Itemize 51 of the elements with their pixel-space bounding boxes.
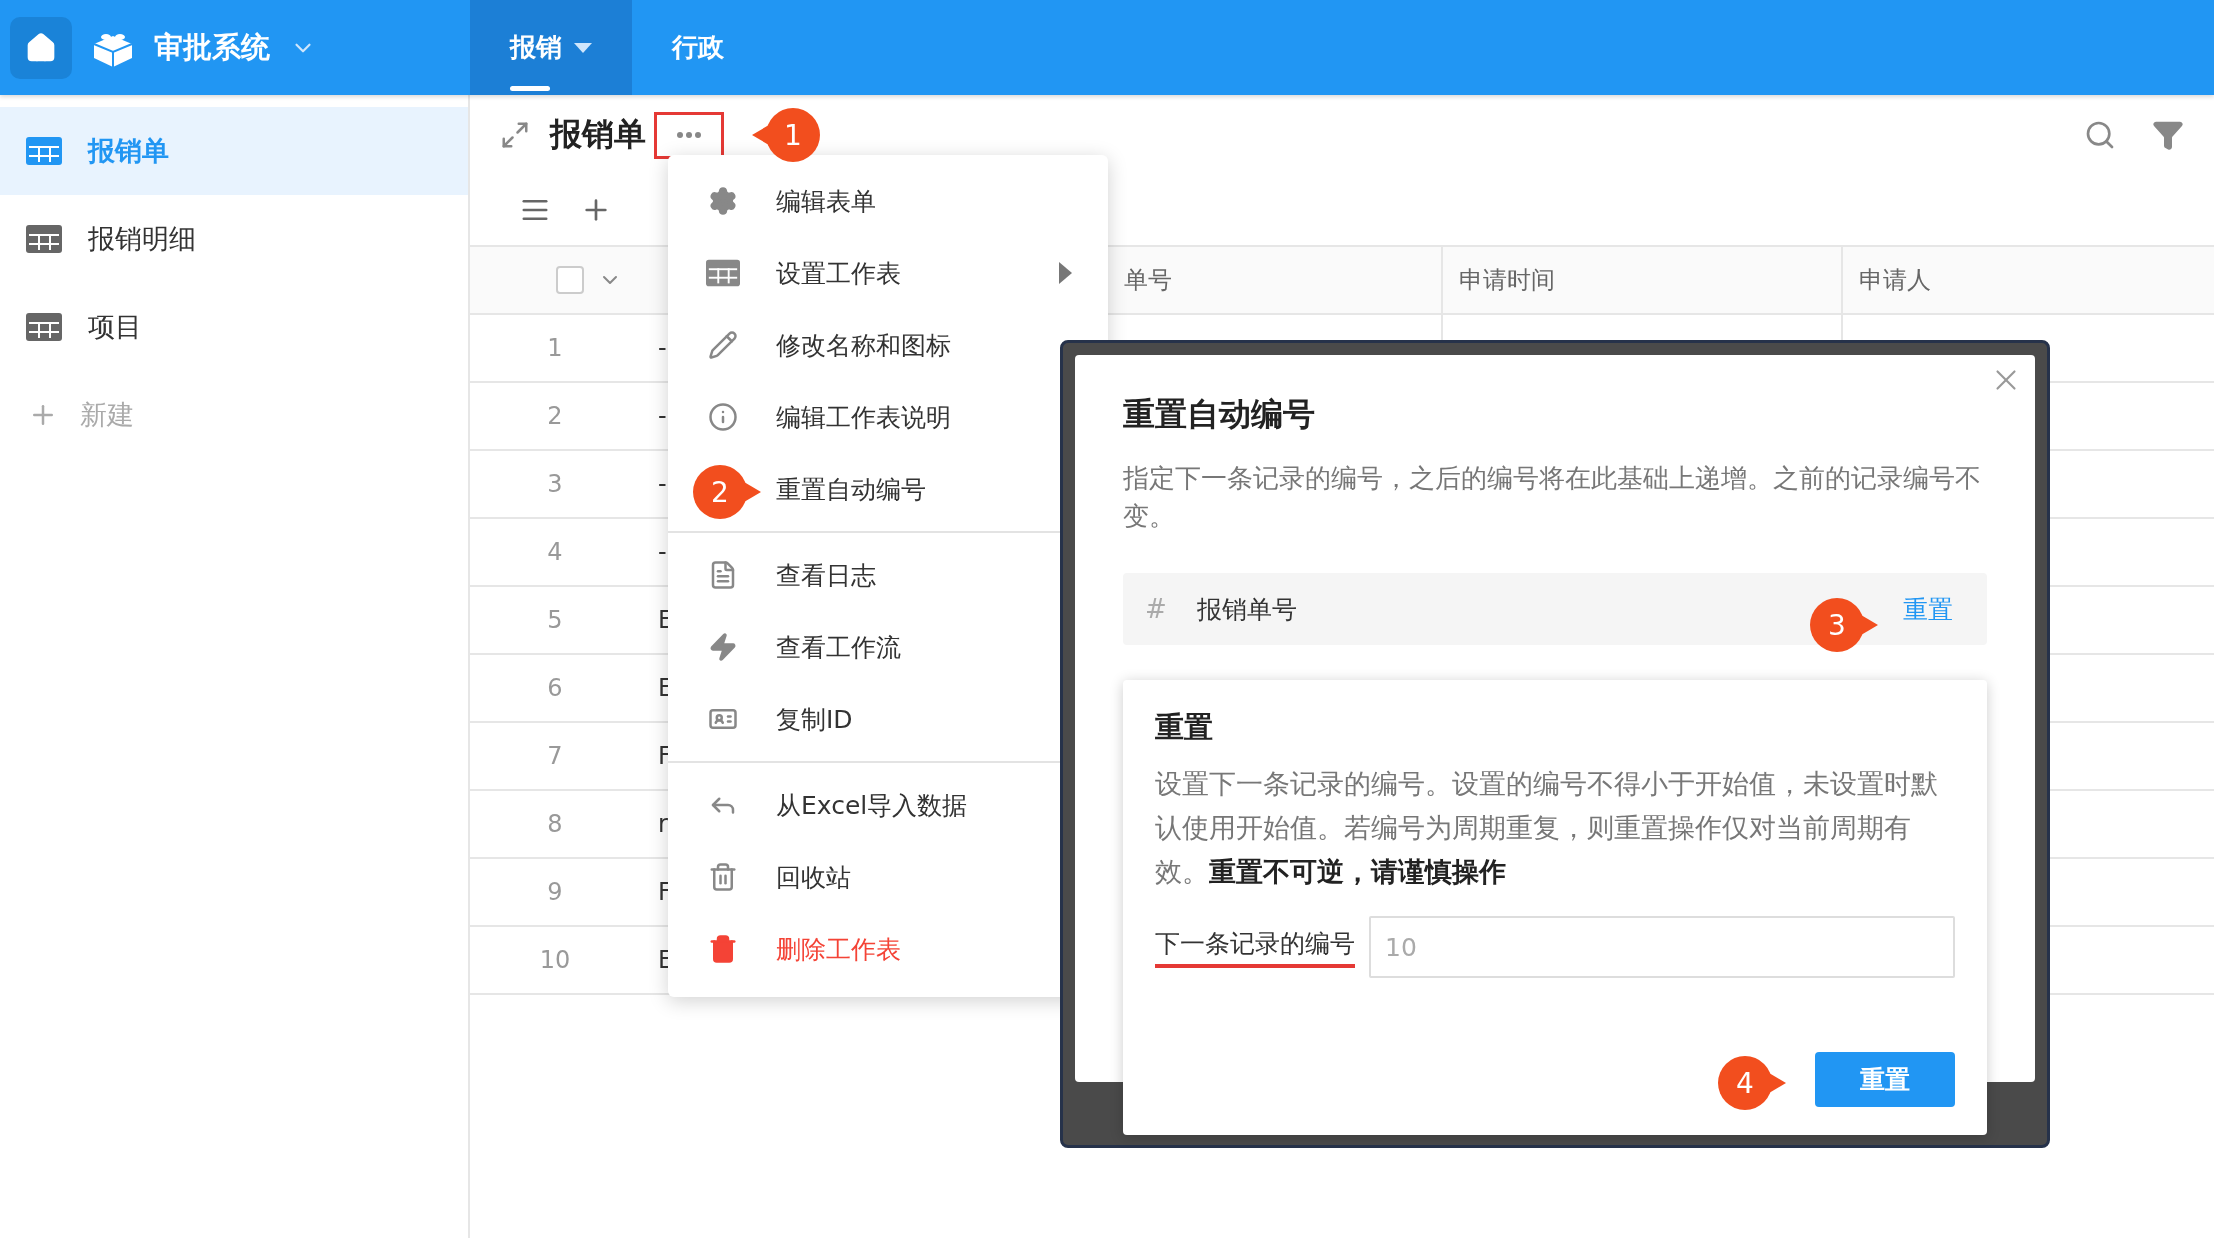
sidebar-item[interactable]: 报销明细 [0, 195, 468, 283]
popover-description: 设置下一条记录的编号。设置的编号不得小于开始值，未设置时默认使用开始值。若编号为周期重复，则重置操作仅对当前周期有效。重置不可逆，请谨慎操作 [1155, 767, 1939, 889]
row-number: 9 [470, 859, 640, 927]
dialog-description: 指定下一条记录的编号，之后的编号将在此基础上递增。之前的记录编号不变。 [1123, 462, 1982, 533]
info-icon [708, 402, 738, 432]
row-number: 5 [470, 587, 640, 655]
row-number: 6 [470, 655, 640, 723]
home-icon [25, 31, 57, 64]
table-icon [26, 137, 62, 165]
table-icon [26, 225, 62, 253]
row-number: 10 [470, 927, 640, 995]
home-button[interactable] [10, 16, 72, 79]
menu-item[interactable]: 复制ID [668, 683, 1108, 755]
row-number: 2 [470, 383, 640, 451]
column-header: 申请人 [1843, 247, 2214, 315]
field-name: 报销单号 [1196, 593, 1297, 626]
sidebar-label: 报销单 [88, 134, 169, 168]
pencil-icon [708, 330, 738, 360]
dialog-title: 重置自动编号 [1123, 394, 1316, 435]
app-title: 审批系统 [154, 28, 270, 66]
search-icon[interactable] [2084, 119, 2116, 151]
row-number: 7 [470, 723, 640, 791]
row-number: 3 [470, 451, 640, 519]
menu-item[interactable]: 编辑表单 [668, 165, 1108, 237]
hash-symbol: # [1145, 594, 1167, 624]
input-label: 下一条记录的编号 [1155, 926, 1355, 968]
trash-icon [708, 862, 738, 892]
menu-item[interactable]: 设置工作表 [668, 237, 1108, 309]
row-number: 8 [470, 791, 640, 859]
column-header: 申请时间 [1443, 247, 1843, 315]
trash-icon [708, 934, 738, 964]
sidebar-item[interactable]: 项目 [0, 283, 468, 371]
sheet-title: 报销单 [550, 114, 646, 155]
lightning-icon [708, 632, 738, 662]
grid-icon [706, 259, 740, 287]
row-number: 1 [470, 315, 640, 383]
expand-icon[interactable] [500, 120, 530, 150]
gear-icon [708, 186, 738, 216]
sidebar-label: 报销明细 [88, 222, 196, 256]
column-header: 单号 [1108, 247, 1443, 315]
table-icon [26, 313, 62, 341]
more-button[interactable] [654, 111, 724, 159]
filter-icon[interactable] [2152, 119, 2184, 151]
menu-item[interactable]: 编辑工作表说明 [668, 381, 1108, 453]
nav-tab[interactable]: 报销 [470, 0, 632, 95]
more-icon [677, 132, 701, 138]
number-input[interactable]: 10 [1369, 916, 1955, 978]
select-all-checkbox[interactable] [556, 266, 584, 294]
row-number: 4 [470, 519, 640, 587]
sidebar-label: 项目 [88, 310, 142, 344]
popover-title: 重置 [1155, 709, 1214, 746]
